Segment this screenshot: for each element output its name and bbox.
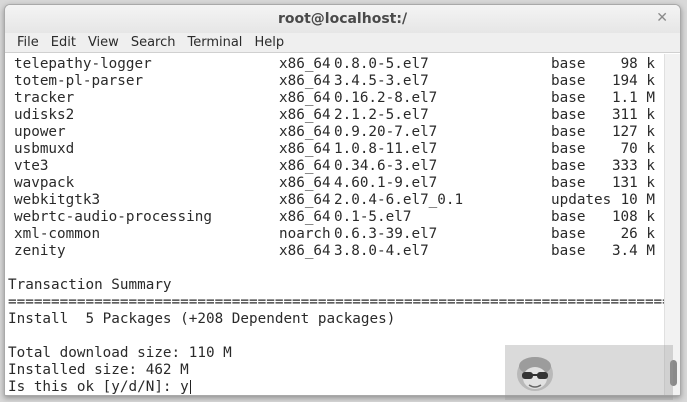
package-size: 131 k <box>611 175 655 191</box>
download-size-line: Total download size: 110 M <box>8 345 232 361</box>
package-arch: x86_64 <box>279 141 331 157</box>
package-row: telepathy-logger x86_64 0.8.0-5.el7 base 98 … <box>5 56 665 73</box>
package-version: 3.4.5-3.el7 <box>334 73 429 89</box>
install-line: Install 5 Packages (+208 Dependent packa… <box>8 311 396 327</box>
package-row: usbmuxd x86_64 1.0.8-11.el7 base 70 k <box>5 141 665 158</box>
close-icon[interactable]: ✕ <box>656 10 668 26</box>
package-repo: base <box>551 243 586 259</box>
package-version: 0.6.3-39.el7 <box>334 226 438 242</box>
package-arch: x86_64 <box>279 158 331 174</box>
package-size: 26 k <box>620 226 655 242</box>
menu-help[interactable]: Help <box>248 35 290 50</box>
package-arch: x86_64 <box>279 209 331 225</box>
package-name: wavpack <box>14 175 75 191</box>
package-name: xml-common <box>14 226 101 242</box>
package-version: 0.8.0-5.el7 <box>334 56 429 72</box>
package-row: webkitgtk3 x86_64 2.0.4-6.el7_0.1 updates 10… <box>5 192 665 209</box>
package-version: 0.1-5.el7 <box>334 209 412 225</box>
package-size: 1.1 M <box>611 90 655 106</box>
package-row: xml-common noarch 0.6.3-39.el7 base 26 k <box>5 226 665 243</box>
prompt-text: Is this ok [y/d/N]: y <box>8 379 189 395</box>
package-version: 3.8.0-4.el7 <box>334 243 429 259</box>
package-name: usbmuxd <box>14 141 75 157</box>
package-size: 311 k <box>611 107 655 123</box>
package-name: telepathy-logger <box>14 56 152 72</box>
package-size: 127 k <box>611 124 655 140</box>
menu-bar: File Edit View Search Terminal Help <box>5 33 680 53</box>
package-name: zenity <box>14 243 66 259</box>
package-row: udisks2 x86_64 2.1.2-5.el7 base 311 k <box>5 107 665 124</box>
package-row: upower x86_64 0.9.20-7.el7 base 127 k <box>5 124 665 141</box>
package-version: 0.34.6-3.el7 <box>334 158 438 174</box>
title-bar[interactable]: root@localhost:/ ✕ <box>5 5 680 33</box>
menu-file[interactable]: File <box>11 35 45 50</box>
package-repo: base <box>551 175 586 191</box>
installed-size-line: Installed size: 462 M <box>8 362 189 378</box>
package-arch: x86_64 <box>279 124 331 140</box>
text-cursor <box>189 380 191 394</box>
package-repo: base <box>551 56 586 72</box>
package-size: 3.4 M <box>611 243 655 259</box>
package-row: tracker x86_64 0.16.2-8.el7 base 1.1 M <box>5 90 665 107</box>
package-repo: base <box>551 158 586 174</box>
package-name: totem-pl-parser <box>14 73 144 89</box>
package-name: upower <box>14 124 66 140</box>
package-version: 0.9.20-7.el7 <box>334 124 438 140</box>
package-repo: base <box>551 141 586 157</box>
menu-terminal[interactable]: Terminal <box>181 35 248 50</box>
package-repo: base <box>551 107 586 123</box>
package-row: zenity x86_64 3.8.0-4.el7 base 3.4 M <box>5 243 665 260</box>
terminal-window: root@localhost:/ ✕ File Edit View Search… <box>4 4 681 396</box>
package-arch: x86_64 <box>279 90 331 106</box>
package-size: 70 k <box>620 141 655 157</box>
package-repo: base <box>551 90 586 106</box>
package-row: totem-pl-parser x86_64 3.4.5-3.el7 base 194 … <box>5 73 665 90</box>
package-arch: noarch <box>279 226 331 242</box>
package-name: vte3 <box>14 158 49 174</box>
package-version: 2.1.2-5.el7 <box>334 107 429 123</box>
package-arch: x86_64 <box>279 73 331 89</box>
package-row: wavpack x86_64 4.60.1-9.el7 base 131 k <box>5 175 665 192</box>
prompt-line[interactable]: Is this ok [y/d/N]: y <box>8 379 191 395</box>
window-title: root@localhost:/ <box>277 11 408 27</box>
summary-heading: Transaction Summary <box>8 277 172 293</box>
package-arch: x86_64 <box>279 175 331 191</box>
package-size: 108 k <box>611 209 655 225</box>
package-repo: base <box>551 209 586 225</box>
package-row: vte3 x86_64 0.34.6-3.el7 base 333 k <box>5 158 665 175</box>
menu-search[interactable]: Search <box>125 35 182 50</box>
package-arch: x86_64 <box>279 56 331 72</box>
package-size: 98 k <box>620 56 655 72</box>
package-repo: base <box>551 124 586 140</box>
package-version: 4.60.1-9.el7 <box>334 175 438 191</box>
terminal-output[interactable]: Transaction Summary ====================… <box>5 54 665 395</box>
separator-line: ========================================… <box>8 294 665 310</box>
mascot-sunglasses-icon <box>517 357 553 391</box>
package-version: 2.0.4-6.el7_0.1 <box>334 192 464 208</box>
package-name: webkitgtk3 <box>14 192 101 208</box>
package-size: 10 M <box>620 192 655 208</box>
package-arch: x86_64 <box>279 107 331 123</box>
package-repo: base <box>551 226 586 242</box>
package-size: 194 k <box>611 73 655 89</box>
package-repo: base <box>551 73 586 89</box>
package-name: tracker <box>14 90 75 106</box>
package-arch: x86_64 <box>279 243 331 259</box>
package-version: 0.16.2-8.el7 <box>334 90 438 106</box>
package-name: udisks2 <box>14 107 75 123</box>
package-row: webrtc-audio-processing x86_64 0.1-5.el7 ba… <box>5 209 665 226</box>
package-name: webrtc-audio-processing <box>14 209 212 225</box>
package-arch: x86_64 <box>279 192 331 208</box>
menu-edit[interactable]: Edit <box>45 35 82 50</box>
package-repo: updates <box>551 192 612 208</box>
package-size: 333 k <box>611 158 655 174</box>
menu-view[interactable]: View <box>82 35 125 50</box>
scrollbar[interactable] <box>664 54 680 395</box>
package-version: 1.0.8-11.el7 <box>334 141 438 157</box>
